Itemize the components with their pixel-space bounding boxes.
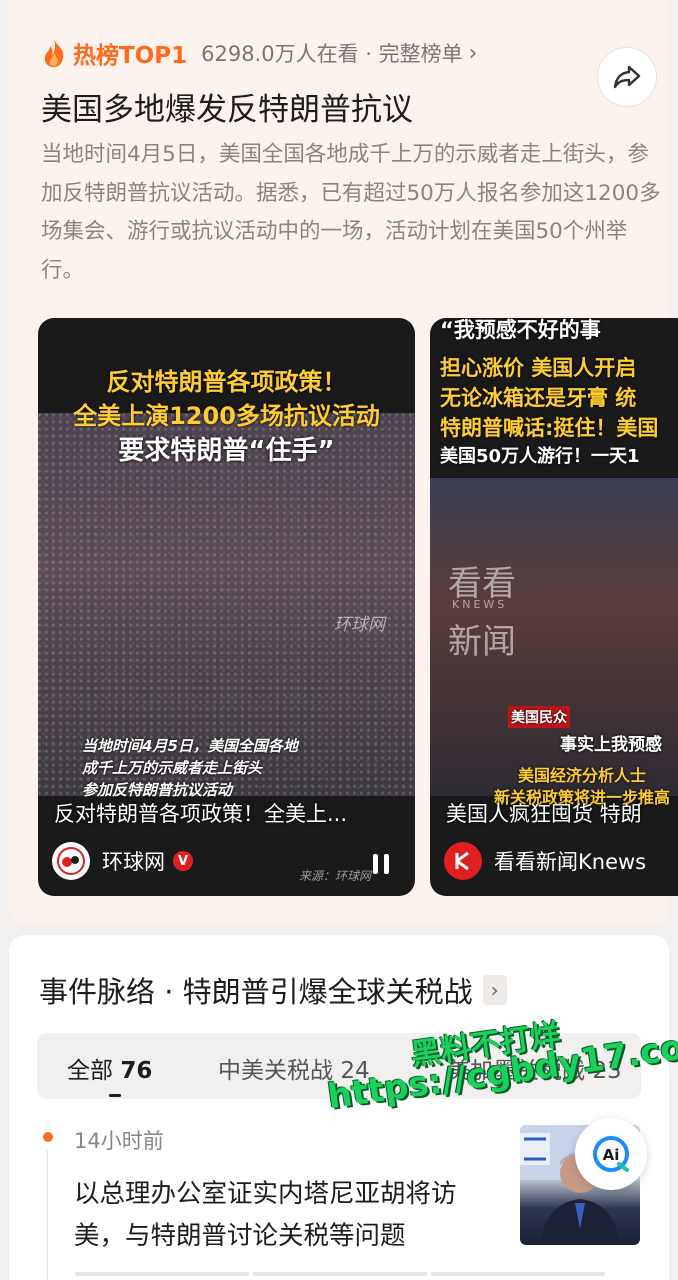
hot-top1-badge: 热榜TOP1	[73, 43, 188, 69]
ai-assistant-button[interactable]: Ai	[575, 1118, 647, 1190]
topic-headline[interactable]: 美国多地爆发反特朗普抗议	[41, 84, 413, 129]
video2-watermark-2: KNEWS	[452, 598, 508, 611]
event-timeline-title[interactable]: 事件脉络 · 特朗普引爆全球关税战 ›	[39, 969, 507, 1011]
video2-watermark-3: 新闻	[448, 622, 516, 662]
author-avatar	[444, 842, 482, 880]
topic-summary: 当地时间4月5日，美国全国各地成千上万的示威者走上街头，参加反特朗普抗议活动。据…	[41, 142, 661, 283]
hot-viewers-text[interactable]: 6298.0万人在看 · 完整榜单	[201, 38, 463, 68]
timeline-line	[47, 1150, 48, 1280]
video2-label-3: 美国经济分析人士	[518, 766, 647, 785]
tab-active-indicator	[109, 1094, 121, 1097]
ai-label: Ai	[603, 1146, 620, 1164]
video2-caption-4: 美国50万人游行！一天1	[440, 446, 640, 467]
video2-label-2: 事实上我预感	[560, 735, 662, 755]
chevron-right-icon[interactable]: ›	[469, 41, 478, 66]
video-caption-line1: 反对特朗普各项政策！	[106, 368, 347, 396]
video-author[interactable]: 环球网 V	[52, 842, 193, 880]
video2-caption-0: “我预感不好的事	[440, 318, 601, 342]
tab-label: 全部	[67, 1058, 113, 1084]
video-caption-line3: 要求特朗普“住手”	[118, 436, 335, 466]
pause-icon[interactable]	[373, 854, 389, 874]
video-card-2[interactable]: “我预感不好的事 担心涨价 美国人开启 无论冰箱还是牙膏 统 特朗普喊话:挺住！…	[430, 318, 678, 896]
event-time: 14小时前	[74, 1129, 164, 1153]
video-subtitle-3: 参加反特朗普抗议活动	[82, 781, 233, 799]
video-subtitle-1: 当地时间4月5日，美国全国各地	[82, 737, 298, 755]
video-caption-line2: 全美上演1200多场抗议活动	[73, 402, 380, 430]
verified-badge-icon: V	[173, 851, 193, 871]
video-title: 反对特朗普各项政策！全美上...	[54, 802, 348, 826]
video2-label-1: 美国民众	[508, 706, 570, 728]
author-name: 看看新闻Knews	[494, 850, 647, 874]
timeline-dot	[43, 1132, 53, 1142]
bottom-tabs-hint	[75, 1272, 605, 1276]
video-author[interactable]: 看看新闻Knews	[444, 842, 646, 880]
chevron-right-icon[interactable]: ›	[482, 975, 507, 1005]
tab-count: 76	[120, 1058, 153, 1084]
event-item-text[interactable]: 以总理办公室证实内塔尼亚胡将访美，与特朗普讨论关税等问题	[74, 1173, 504, 1257]
video-source: 来源：环球网	[298, 869, 371, 883]
tab-label: 中美关税战	[218, 1058, 333, 1084]
hot-rank-row[interactable]: 热榜TOP1 6298.0万人在看 · 完整榜单 ›	[41, 36, 477, 70]
flame-icon	[44, 39, 64, 67]
video-subtitle-2: 成千上万的示威者走上街头	[82, 759, 263, 777]
author-avatar	[52, 842, 90, 880]
video-watermark: 环球网	[334, 615, 385, 635]
ai-icon: Ai	[593, 1136, 629, 1172]
video-card-1[interactable]: 反对特朗普各项政策！ 全美上演1200多场抗议活动 要求特朗普“住手” 环球网 …	[38, 318, 415, 896]
author-name: 环球网	[102, 850, 165, 874]
video2-caption-3: 特朗普喊话:挺住！美国	[440, 416, 659, 440]
share-icon	[613, 65, 641, 89]
video2-caption-2: 无论冰箱还是牙膏 统	[440, 386, 637, 410]
event-title-text: 事件脉络 · 特朗普引爆全球关税战	[39, 975, 473, 1009]
video-title: 美国人疯狂囤货 特朗	[446, 802, 642, 826]
share-button[interactable]	[597, 47, 657, 107]
hot-card: 热榜TOP1 6298.0万人在看 · 完整榜单 › 美国多地爆发反特朗普抗议 …	[9, 0, 678, 925]
tab-all[interactable]: 全部 76	[67, 1051, 152, 1085]
video2-caption-1: 担心涨价 美国人开启	[440, 356, 637, 380]
huanqiu-logo-icon	[57, 847, 85, 875]
kankan-logo-icon	[455, 851, 469, 871]
